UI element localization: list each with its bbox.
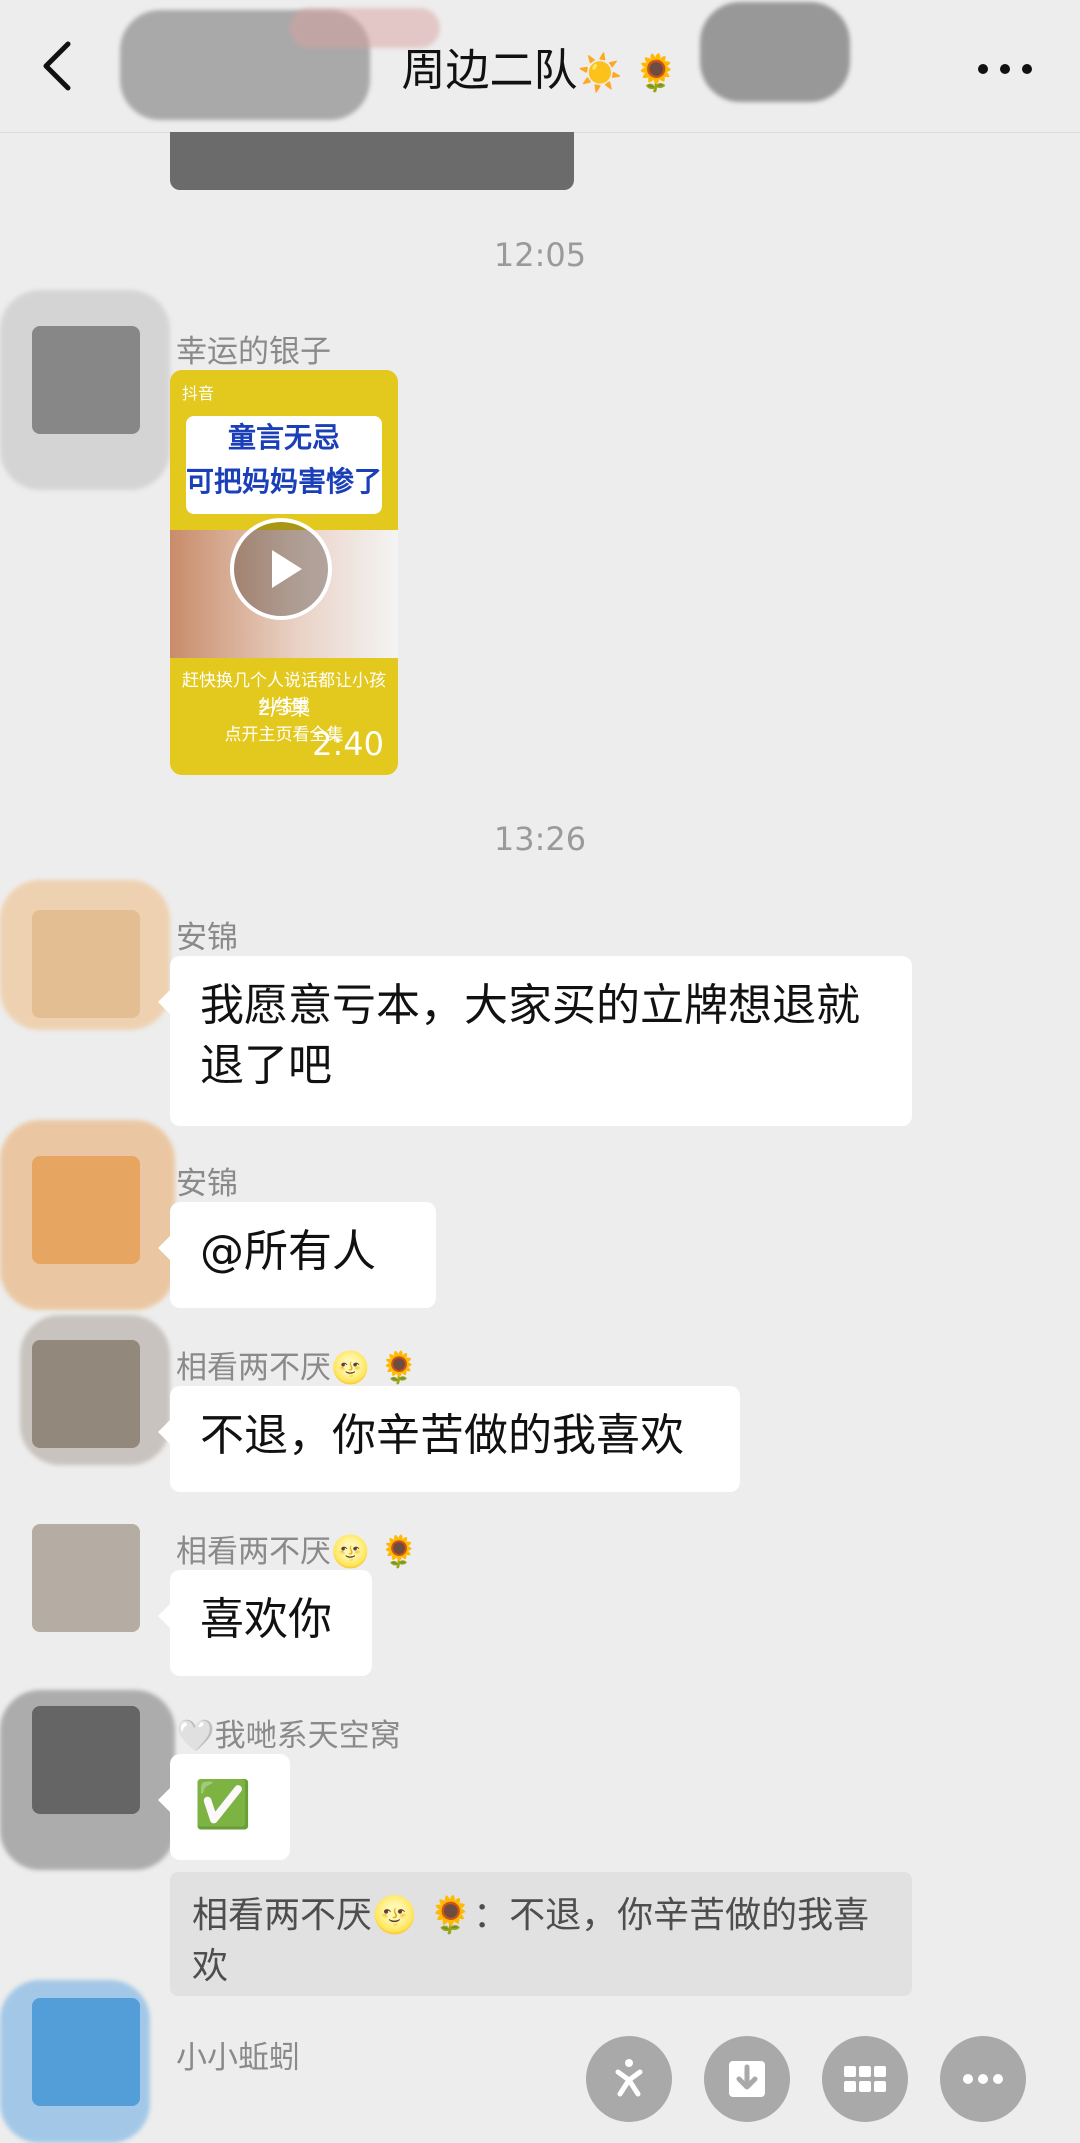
video-logo: 抖音: [182, 384, 215, 403]
timestamp: 12:05: [493, 236, 587, 274]
download-icon: [729, 2061, 765, 2097]
redaction-scribble: [0, 1690, 175, 1870]
grid-button[interactable]: [822, 2036, 908, 2122]
sender-name: 幸运的银子: [176, 334, 331, 370]
sender-name: 相看两不厌🌝 🌻: [176, 1350, 419, 1386]
download-button[interactable]: [704, 2036, 790, 2122]
video-message[interactable]: 抖音 童言无忌 可把妈妈害惨了 赶快换几个人说话都让小孩纠结哦 2/3集 点开主…: [170, 370, 398, 775]
grid-icon: [844, 2066, 886, 2092]
redaction-scribble: [0, 880, 170, 1030]
spark-button[interactable]: [586, 2036, 672, 2122]
message-bubble[interactable]: ✅: [158, 1754, 290, 1860]
redaction-scribble: [0, 1980, 150, 2143]
message-bubble[interactable]: 我愿意亏本，大家买的立牌想退就退了吧: [158, 956, 912, 1126]
quoted-message[interactable]: 相看两不厌🌝 🌻：不退，你辛苦做的我喜欢: [170, 1872, 912, 1996]
video-banner: 童言无忌 可把妈妈害惨了: [186, 416, 382, 514]
video-duration: 2:40: [312, 725, 384, 763]
timestamp: 13:26: [493, 820, 587, 858]
message-bubble[interactable]: @所有人: [158, 1202, 436, 1308]
more-dots-icon: [963, 2074, 1003, 2084]
spark-icon: [615, 2059, 643, 2097]
video-caption: 2/3集: [257, 696, 311, 720]
sender-name: 🤍我哋系天空窝: [176, 1718, 401, 1754]
redaction-scribble: [0, 1120, 175, 1310]
chat-title: 周边二队☀️ 🌻: [401, 45, 679, 96]
redaction-scribble: [0, 290, 170, 490]
play-icon[interactable]: [230, 518, 332, 620]
message-bubble[interactable]: 喜欢你: [158, 1570, 372, 1676]
more-button[interactable]: [940, 2036, 1026, 2122]
more-options-icon[interactable]: [978, 64, 1032, 74]
redaction-scribble: [20, 1315, 170, 1465]
sender-name: 安锦: [176, 1166, 238, 1202]
message-bubble[interactable]: 不退，你辛苦做的我喜欢: [158, 1386, 740, 1492]
sender-name: 小小蚯蚓: [176, 2040, 300, 2076]
image-message-fragment[interactable]: [170, 132, 574, 190]
avatar[interactable]: [32, 1524, 140, 1632]
sender-name: 安锦: [176, 920, 238, 956]
sender-name: 相看两不厌🌝 🌻: [176, 1534, 419, 1570]
